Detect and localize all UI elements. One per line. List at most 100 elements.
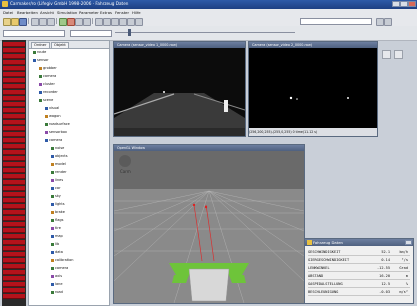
next-icon[interactable] (384, 18, 392, 26)
signal-cell[interactable] (3, 126, 25, 131)
tree-item[interactable]: sensor (33, 58, 49, 63)
mode-selector[interactable] (70, 30, 112, 37)
tree-item[interactable]: sky (51, 194, 61, 199)
signal-cell[interactable] (3, 108, 25, 113)
signal-cell[interactable] (3, 72, 25, 77)
tree-item[interactable]: lib (51, 242, 59, 247)
paste-icon[interactable] (47, 18, 55, 26)
prev-icon[interactable] (376, 18, 384, 26)
signal-cell[interactable] (3, 288, 25, 293)
zoom-out-icon[interactable] (103, 18, 111, 26)
signal-cell[interactable] (3, 276, 25, 281)
tab-ordner[interactable]: Ordner (31, 42, 50, 49)
tree-item[interactable]: tire (51, 226, 61, 231)
settings-icon[interactable] (135, 18, 143, 26)
signal-cell[interactable] (3, 138, 25, 143)
video-window-left[interactable]: Camera (sensor_video 1_0000.raw) (113, 41, 246, 137)
signal-cell[interactable] (3, 246, 25, 251)
tree-item[interactable]: noise (51, 146, 64, 151)
opengl-3d-view[interactable]: OpenGL Window Carm (113, 144, 305, 304)
signal-cell[interactable] (3, 162, 25, 167)
tree-item[interactable]: sensorbox (45, 130, 67, 135)
tree-item[interactable]: camera (45, 138, 62, 143)
tree-item[interactable]: camera (39, 74, 56, 79)
signal-cell[interactable] (3, 204, 25, 209)
close-button[interactable] (408, 1, 416, 7)
tree-item[interactable]: lights (51, 202, 65, 207)
tree-item[interactable]: lines (51, 178, 63, 183)
tree-item[interactable]: recorder (39, 90, 58, 95)
tree-item[interactable]: cluster (39, 82, 55, 87)
pause-icon[interactable] (75, 18, 83, 26)
grid-icon[interactable] (111, 18, 119, 26)
tree-item[interactable]: camera (51, 266, 68, 271)
tree-item[interactable]: grobber (39, 66, 57, 71)
open-icon[interactable] (11, 18, 19, 26)
cut-icon[interactable] (31, 18, 39, 26)
object-selector[interactable] (3, 30, 65, 37)
signal-cell[interactable] (3, 96, 25, 101)
signal-cell[interactable] (3, 240, 25, 245)
tree-item[interactable]: render (51, 170, 67, 175)
copy-icon[interactable] (39, 18, 47, 26)
signal-cell[interactable] (3, 174, 25, 179)
signal-cell[interactable] (3, 144, 25, 149)
video-window-right[interactable]: Camera (sensor_video 2_0000.raw) (256,20… (248, 41, 378, 137)
zoom-in-icon[interactable] (95, 18, 103, 26)
new-icon[interactable] (3, 18, 11, 26)
signal-cell[interactable] (3, 186, 25, 191)
menu-extras[interactable]: Extras (100, 10, 112, 15)
vehicle-data-dialog[interactable]: Fahrzeug Daten GESCHWINDIGKEIT 52.1 km/h… (304, 238, 414, 304)
minimize-button[interactable] (392, 1, 400, 7)
home-icon[interactable] (382, 50, 391, 59)
timeline-handle[interactable] (128, 29, 131, 36)
camera-icon[interactable] (119, 18, 127, 26)
menu-bearbeiten[interactable]: Bearbeiten (17, 10, 38, 15)
signal-cell[interactable] (3, 150, 25, 155)
menu-fenster[interactable]: Fenster (115, 10, 129, 15)
tree-item[interactable]: brake (51, 210, 65, 215)
signal-cell[interactable] (3, 42, 25, 47)
tree-item[interactable]: wagon (45, 114, 61, 119)
signal-cell[interactable] (3, 198, 25, 203)
menu-simulation[interactable]: Simulation (57, 10, 77, 15)
signal-cell[interactable] (3, 48, 25, 53)
save-icon[interactable] (19, 18, 27, 26)
signal-cell[interactable] (3, 132, 25, 137)
signal-cell[interactable] (3, 264, 25, 269)
tree-item[interactable]: flags (51, 218, 63, 223)
tree-item[interactable]: car (51, 186, 61, 191)
signal-cell[interactable] (3, 234, 25, 239)
signal-cell[interactable] (3, 114, 25, 119)
signal-cell[interactable] (3, 270, 25, 275)
tree-item[interactable]: model (51, 162, 66, 167)
dialog-close-button[interactable] (405, 240, 412, 245)
signal-cell[interactable] (3, 282, 25, 287)
signal-cell[interactable] (3, 102, 25, 107)
tree-item[interactable]: map (51, 234, 63, 239)
signal-cell[interactable] (3, 192, 25, 197)
tree-item[interactable]: roadsurface (45, 122, 70, 127)
signal-cell[interactable] (3, 168, 25, 173)
signal-cell[interactable] (3, 78, 25, 83)
tree-item[interactable]: lane (51, 282, 63, 287)
signal-cell[interactable] (3, 54, 25, 59)
signal-cell[interactable] (3, 60, 25, 65)
signal-cell[interactable] (3, 210, 25, 215)
signal-cell[interactable] (3, 180, 25, 185)
menu-parameter[interactable]: Parameter (79, 10, 99, 15)
time-slider[interactable] (300, 18, 372, 25)
signal-cell[interactable] (3, 228, 25, 233)
menu-hilfe[interactable]: Hilfe (132, 10, 141, 15)
play-icon[interactable] (59, 18, 67, 26)
stop-icon[interactable] (67, 18, 75, 26)
signal-cell[interactable] (3, 216, 25, 221)
tab-objekt[interactable]: Objekt (51, 42, 69, 49)
tree-item[interactable]: objects (51, 154, 68, 159)
menu-datei[interactable]: Datei (3, 10, 13, 15)
signal-cell[interactable] (3, 294, 25, 299)
signal-cell[interactable] (3, 90, 25, 95)
signal-cell[interactable] (3, 258, 25, 263)
signal-cell[interactable] (3, 120, 25, 125)
signal-cell[interactable] (3, 222, 25, 227)
